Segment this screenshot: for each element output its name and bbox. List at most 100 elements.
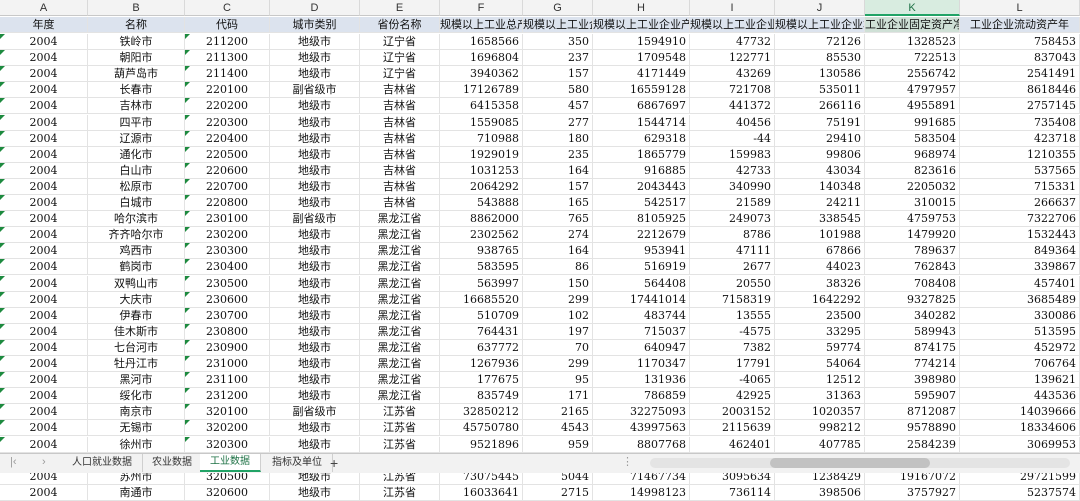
table-cell[interactable]: -4575	[690, 323, 775, 340]
table-cell[interactable]: 165	[523, 195, 593, 211]
table-cell[interactable]: 220400	[185, 130, 270, 147]
table-cell[interactable]: 2004	[0, 259, 88, 276]
table-cell[interactable]: 274	[523, 227, 593, 244]
first-sheet-icon[interactable]: |‹	[10, 456, 17, 468]
table-cell[interactable]: 563997	[440, 275, 523, 292]
table-cell[interactable]: 牡丹江市	[88, 356, 185, 372]
header-cell[interactable]: 省份名称	[360, 17, 440, 33]
table-cell[interactable]: 白城市	[88, 195, 185, 211]
table-cell[interactable]: 地级市	[270, 34, 360, 50]
table-cell[interactable]: 543888	[440, 195, 523, 211]
table-cell[interactable]: 黑龙江省	[360, 356, 440, 372]
table-cell[interactable]: 837043	[960, 50, 1080, 67]
table-cell[interactable]: 2205032	[865, 178, 960, 195]
table-cell[interactable]: 320100	[185, 404, 270, 421]
column-header-i[interactable]: I	[690, 0, 775, 16]
table-cell[interactable]: 1020357	[775, 404, 865, 421]
table-cell[interactable]: 1532443	[960, 227, 1080, 244]
header-cell[interactable]: 规模以上工业企业本年应交增值税	[775, 17, 865, 33]
column-header-j[interactable]: J	[775, 0, 865, 16]
table-cell[interactable]: 1328523	[865, 34, 960, 50]
table-cell[interactable]: 白山市	[88, 162, 185, 179]
column-header-e[interactable]: E	[360, 0, 440, 16]
table-cell[interactable]: 542517	[593, 195, 690, 211]
table-cell[interactable]: 535011	[775, 82, 865, 99]
column-header-d[interactable]: D	[270, 0, 360, 16]
table-cell[interactable]: 8618446	[960, 82, 1080, 99]
table-cell[interactable]: 16033641	[440, 484, 523, 501]
table-cell[interactable]: 4955891	[865, 98, 960, 115]
table-cell[interactable]: 2004	[0, 98, 88, 115]
table-cell[interactable]: 849364	[960, 243, 1080, 260]
table-cell[interactable]: 6867697	[593, 98, 690, 115]
table-cell[interactable]: 鸡西市	[88, 243, 185, 260]
table-cell[interactable]: 180	[523, 130, 593, 147]
column-header-b[interactable]: B	[88, 0, 185, 16]
table-cell[interactable]: 1642292	[775, 291, 865, 308]
next-sheet-icon[interactable]: ›	[42, 456, 46, 468]
table-cell[interactable]: 辽源市	[88, 130, 185, 147]
column-header-k[interactable]: K	[865, 0, 960, 16]
tab-indicators[interactable]: 指标及单位	[262, 454, 333, 472]
table-cell[interactable]: 2004	[0, 436, 88, 453]
table-cell[interactable]: 916885	[593, 162, 690, 179]
table-cell[interactable]: 2556742	[865, 66, 960, 83]
table-cell[interactable]: 12512	[775, 372, 865, 389]
table-cell[interactable]: 708408	[865, 275, 960, 292]
table-cell[interactable]: 地级市	[270, 436, 360, 453]
table-cell[interactable]: 457401	[960, 275, 1080, 292]
table-cell[interactable]: 2004	[0, 82, 88, 99]
table-cell[interactable]: 鹤岗市	[88, 259, 185, 276]
table-cell[interactable]: 黑龙江省	[360, 388, 440, 405]
table-cell[interactable]: 398980	[865, 372, 960, 389]
table-cell[interactable]: 8786	[690, 227, 775, 244]
header-cell[interactable]: 规模以上工业企业数	[523, 17, 593, 33]
table-cell[interactable]: 2004	[0, 146, 88, 163]
table-cell[interactable]: 2004	[0, 372, 88, 389]
table-cell[interactable]: 43997563	[593, 420, 690, 437]
table-cell[interactable]: 9521896	[440, 436, 523, 453]
table-cell[interactable]: 164	[523, 243, 593, 260]
table-cell[interactable]: 佳木斯市	[88, 323, 185, 340]
column-header-c[interactable]: C	[185, 0, 270, 16]
table-cell[interactable]: 黑龙江省	[360, 243, 440, 260]
table-cell[interactable]: 29410	[775, 130, 865, 147]
table-cell[interactable]: 220200	[185, 98, 270, 115]
table-cell[interactable]: 1031253	[440, 162, 523, 179]
table-cell[interactable]: 266116	[775, 98, 865, 115]
table-cell[interactable]: 1865779	[593, 146, 690, 163]
table-cell[interactable]: -4065	[690, 372, 775, 389]
table-cell[interactable]: 2677	[690, 259, 775, 276]
table-cell[interactable]: 765	[523, 211, 593, 228]
table-cell[interactable]: 黑龙江省	[360, 275, 440, 292]
table-cell[interactable]: 230600	[185, 291, 270, 308]
table-cell[interactable]: 8807768	[593, 436, 690, 453]
table-cell[interactable]: 230100	[185, 211, 270, 228]
table-cell[interactable]: 1170347	[593, 356, 690, 372]
table-cell[interactable]: 地级市	[270, 420, 360, 437]
table-cell[interactable]: 157	[523, 178, 593, 195]
table-cell[interactable]: 21589	[690, 195, 775, 211]
table-cell[interactable]: 220800	[185, 195, 270, 211]
table-cell[interactable]: 7322706	[960, 211, 1080, 228]
table-cell[interactable]: 松原市	[88, 178, 185, 195]
table-cell[interactable]: 220700	[185, 178, 270, 195]
table-cell[interactable]: 277	[523, 114, 593, 131]
table-cell[interactable]: 地级市	[270, 484, 360, 501]
header-cell[interactable]: 规模以上工业总产值	[440, 17, 523, 33]
table-cell[interactable]: 159983	[690, 146, 775, 163]
table-cell[interactable]: 33295	[775, 323, 865, 340]
table-cell[interactable]: 地级市	[270, 146, 360, 163]
table-cell[interactable]: 1267936	[440, 356, 523, 372]
table-cell[interactable]: 8862000	[440, 211, 523, 228]
table-cell[interactable]: 164	[523, 162, 593, 179]
table-cell[interactable]: 3685489	[960, 291, 1080, 308]
table-cell[interactable]: 2004	[0, 195, 88, 211]
table-cell[interactable]: 吉林省	[360, 162, 440, 179]
table-cell[interactable]: 地级市	[270, 243, 360, 260]
table-cell[interactable]: 2004	[0, 243, 88, 260]
table-cell[interactable]: 45750780	[440, 420, 523, 437]
table-cell[interactable]: 398506	[775, 484, 865, 501]
table-cell[interactable]: 2003152	[690, 404, 775, 421]
table-cell[interactable]: 吉林省	[360, 178, 440, 195]
